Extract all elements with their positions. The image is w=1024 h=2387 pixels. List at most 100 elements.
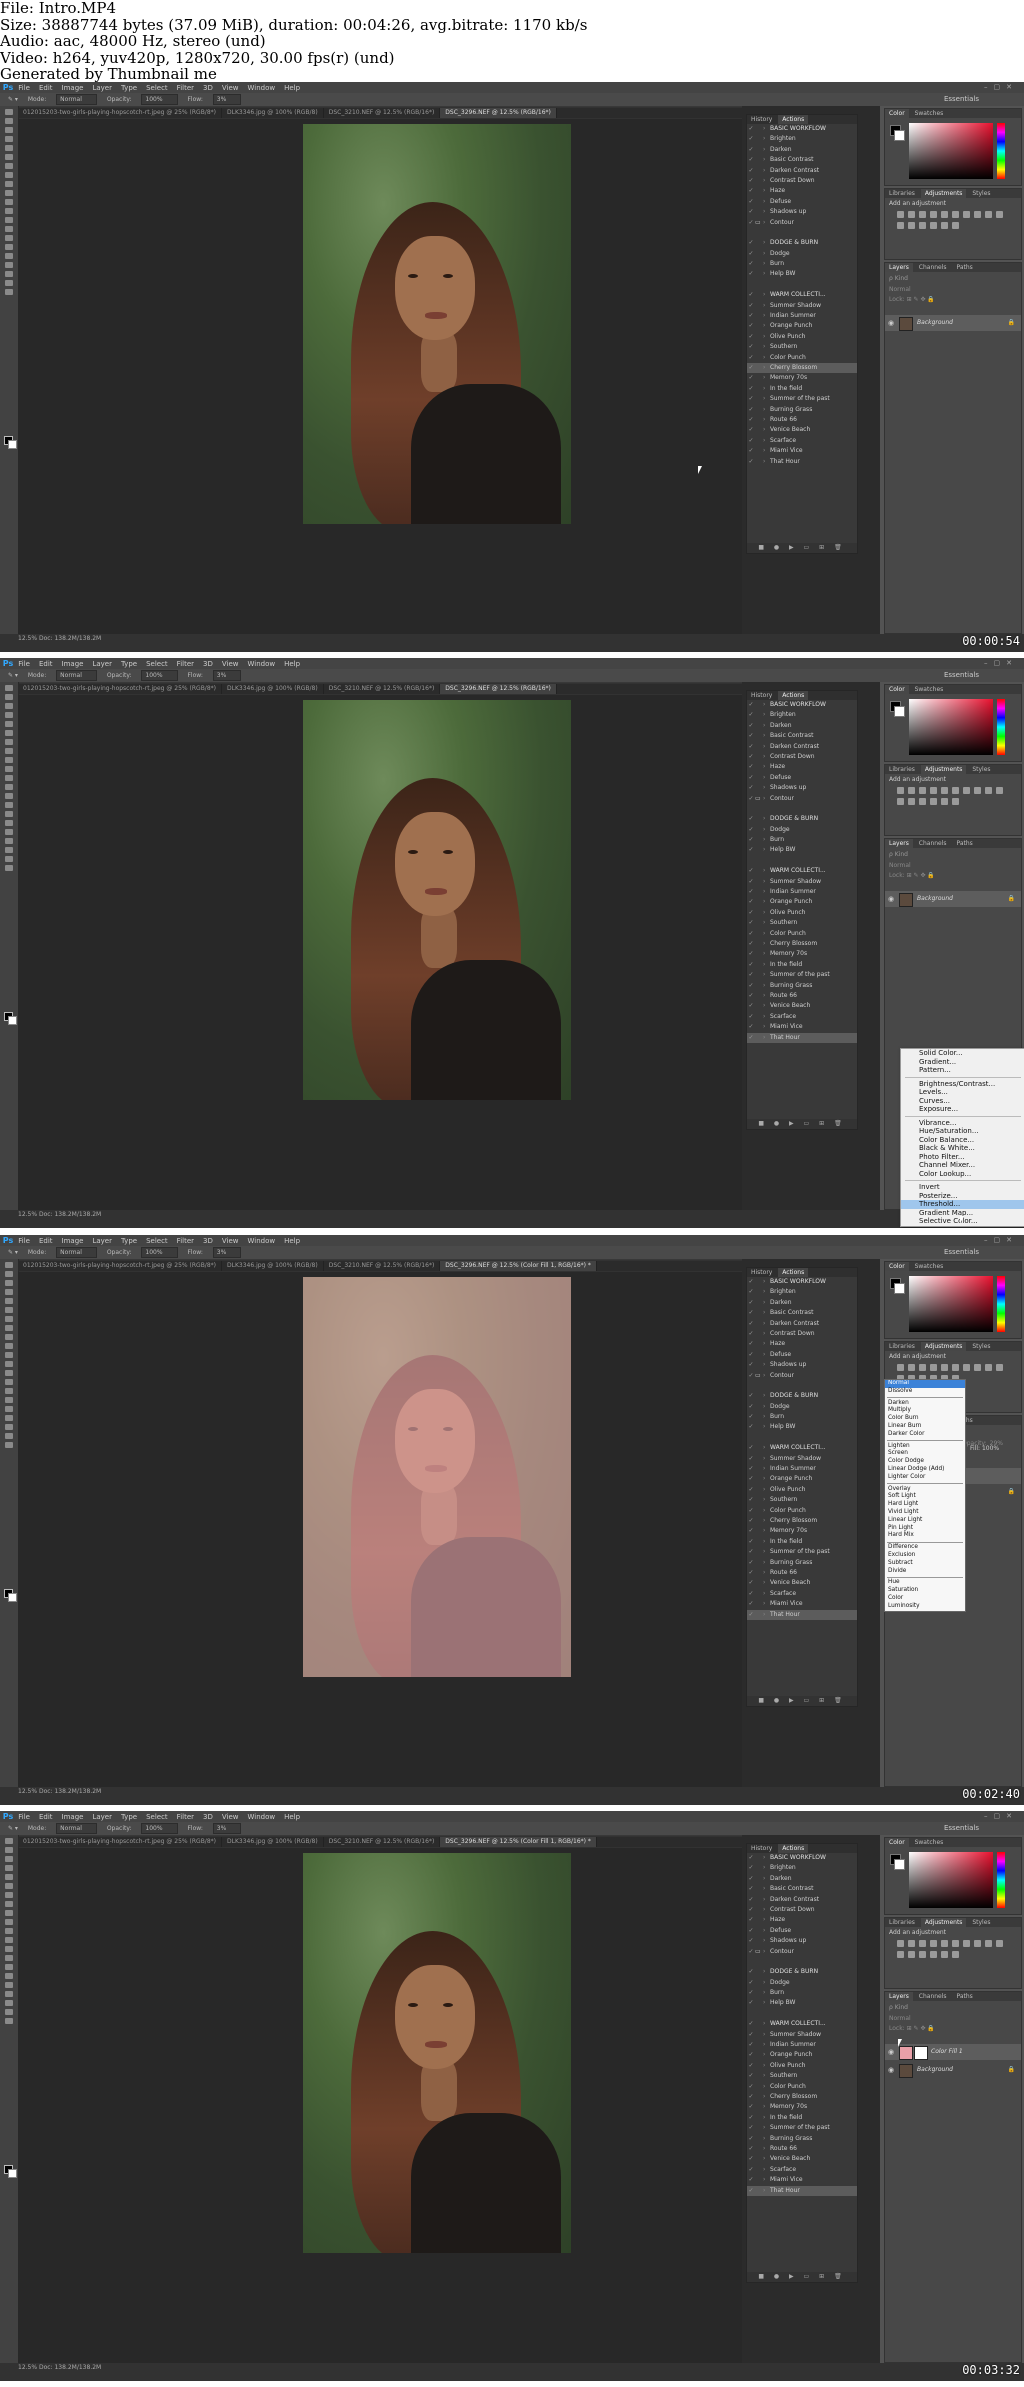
move-tool-icon[interactable]	[5, 1262, 13, 1268]
action-item[interactable]: ✓ › Burning Grass	[747, 1558, 857, 1568]
document-tab-2[interactable]: DLK3346.jpg @ 100% (RGB/8)	[222, 684, 324, 694]
expand-icon[interactable]: ›	[763, 1402, 770, 1412]
action-item[interactable]: ✓ › Help BW	[747, 845, 857, 855]
tab-swatches[interactable]: Swatches	[911, 1838, 948, 1847]
crop-tool-icon[interactable]	[5, 721, 13, 727]
expand-icon[interactable]: ›	[763, 1012, 770, 1022]
check-icon[interactable]: ✓	[747, 825, 755, 835]
brush-tool-icon[interactable]	[5, 1901, 13, 1907]
action-item[interactable]: ✓ › In the field	[747, 1537, 857, 1547]
check-icon[interactable]: ✓	[747, 332, 755, 342]
hand-tool-icon[interactable]	[5, 1424, 13, 1430]
action-item[interactable]: ✓ › Cherry Blossom	[747, 2092, 857, 2102]
clone-tool-icon[interactable]	[5, 1910, 13, 1916]
check-icon[interactable]: ✓	[747, 1360, 755, 1370]
expand-icon[interactable]: ›	[763, 1905, 770, 1915]
blend-mode-option[interactable]: Lighter Color	[885, 1474, 965, 1482]
action-item[interactable]: ✓▭ › Contour	[747, 794, 857, 804]
action-item[interactable]: ✓ › Shadows up	[747, 1360, 857, 1370]
curves-icon[interactable]	[919, 787, 926, 794]
check-icon[interactable]: ✓	[747, 2134, 755, 2144]
panel-background-swatch[interactable]	[894, 706, 905, 717]
check-icon[interactable]: ✓	[747, 835, 755, 845]
action-item[interactable]: ✓ › Venice Beach	[747, 2154, 857, 2164]
action-item[interactable]: ✓ › Olive Punch	[747, 1485, 857, 1495]
flow-field[interactable]: 3%	[212, 670, 242, 681]
action-item[interactable]: ✓ › That Hour	[747, 1032, 857, 1043]
action-item[interactable]: ✓ › Help BW	[747, 1422, 857, 1432]
expand-icon[interactable]: ›	[763, 2144, 770, 2154]
expand-icon[interactable]: ›	[763, 2040, 770, 2050]
expand-icon[interactable]: ›	[763, 2134, 770, 2144]
expand-icon[interactable]: ›	[763, 1988, 770, 1998]
action-item[interactable]: ✓ › Summer Shadow	[747, 877, 857, 887]
expand-icon[interactable]: ›	[763, 2175, 770, 2185]
check-icon[interactable]: ✓	[747, 134, 755, 144]
expand-icon[interactable]: ›	[763, 1537, 770, 1547]
check-icon[interactable]: ✓	[747, 1547, 755, 1557]
tab-styles[interactable]: Styles	[968, 765, 994, 774]
tab-layers[interactable]: Layers	[885, 839, 913, 848]
expand-icon[interactable]: ›	[763, 1308, 770, 1318]
adjustment-menu-item[interactable]: Levels...	[901, 1088, 1024, 1097]
action-item[interactable]: ✓ › Color Punch	[747, 2082, 857, 2092]
action-item[interactable]: ✓ › In the field	[747, 2113, 857, 2123]
window-controls[interactable]: –▢✕	[984, 1811, 1018, 1822]
move-tool-icon[interactable]	[5, 685, 13, 691]
blend-mode-option[interactable]: Normal	[885, 1380, 965, 1388]
flow-field[interactable]: 3%	[212, 1247, 242, 1258]
document-tab-4[interactable]: DSC_3296.NEF @ 12.5% (Color Fill 1, RGB/…	[440, 1837, 597, 1847]
exposure-icon[interactable]	[930, 1364, 937, 1371]
zoom-tool-icon[interactable]	[5, 2009, 13, 2015]
action-item[interactable]: ✓ › Darken Contrast	[747, 1895, 857, 1905]
tab-actions[interactable]: Actions	[778, 115, 809, 124]
check-icon[interactable]: ✓	[747, 1001, 755, 1011]
check-icon[interactable]: ✓	[747, 1319, 755, 1329]
expand-icon[interactable]: ›	[763, 207, 770, 217]
expand-icon[interactable]: ›	[763, 134, 770, 144]
dodge-tool-icon[interactable]	[5, 802, 13, 808]
color-lookup-icon[interactable]	[897, 798, 904, 805]
action-item[interactable]: ✓ › Orange Punch	[747, 1474, 857, 1484]
action-set[interactable]: ✓ › WARM COLLECTI...	[747, 2019, 857, 2029]
blend-mode-option[interactable]: Luminosity	[885, 1603, 965, 1611]
check-icon[interactable]: ✓	[747, 2071, 755, 2081]
action-item[interactable]: ✓ › Route 66	[747, 2144, 857, 2154]
vibrance-icon[interactable]	[941, 787, 948, 794]
action-item[interactable]: ✓ › Summer Shadow	[747, 2030, 857, 2040]
document-tab-2[interactable]: DLK3346.jpg @ 100% (RGB/8)	[222, 1837, 324, 1847]
expand-icon[interactable]: ›	[763, 1558, 770, 1568]
expand-icon[interactable]: ›	[763, 1506, 770, 1516]
document-tab-1[interactable]: 012015203-two-girls-playing-hopscotch-rt…	[18, 1837, 222, 1847]
mode-select[interactable]: Normal	[56, 1823, 97, 1834]
expand-icon[interactable]: ›	[763, 1339, 770, 1349]
tab-swatches[interactable]: Swatches	[911, 1262, 948, 1271]
check-icon[interactable]: ✓	[747, 1033, 755, 1043]
marquee-tool-icon[interactable]	[5, 1271, 13, 1277]
check-icon[interactable]: ✓	[747, 877, 755, 887]
brightness-icon[interactable]	[897, 211, 904, 218]
blend-mode-option[interactable]: Pin Light	[885, 1525, 965, 1533]
check-icon[interactable]: ✓	[747, 2030, 755, 2040]
action-item[interactable]: ✓ › Dodge	[747, 825, 857, 835]
action-item[interactable]: ✓ › Summer of the past	[747, 970, 857, 980]
action-item[interactable]: ✓ › Summer of the past	[747, 1547, 857, 1557]
blend-mode-option[interactable]: Vivid Light	[885, 1509, 965, 1517]
check-icon[interactable]: ✓	[747, 436, 755, 446]
action-item[interactable]: ✓ › Basic Contrast	[747, 155, 857, 165]
check-icon[interactable]: ✓	[747, 929, 755, 939]
bw-icon[interactable]	[974, 211, 981, 218]
check-icon[interactable]: ✓	[747, 1506, 755, 1516]
expand-icon[interactable]: ›	[763, 1926, 770, 1936]
quick-select-tool-icon[interactable]	[5, 712, 13, 718]
check-icon[interactable]: ✓	[747, 1988, 755, 1998]
expand-icon[interactable]: ›	[763, 1947, 770, 1957]
posterize-icon[interactable]	[919, 222, 926, 229]
marquee-tool-icon[interactable]	[5, 1847, 13, 1853]
expand-icon[interactable]: ›	[763, 384, 770, 394]
check-icon[interactable]: ✓	[747, 731, 755, 741]
check-icon[interactable]: ✓	[747, 1022, 755, 1032]
check-icon[interactable]: ✓	[747, 290, 755, 300]
action-item[interactable]: ✓ › Brighten	[747, 710, 857, 720]
expand-icon[interactable]: ›	[763, 166, 770, 176]
